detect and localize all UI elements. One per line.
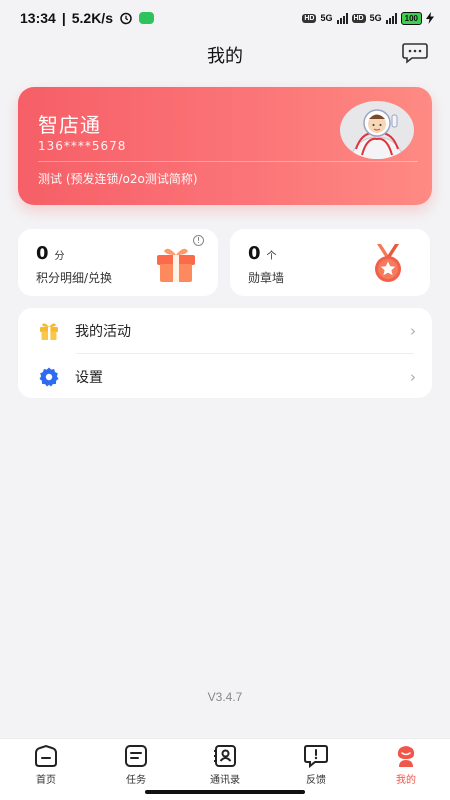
status-left: 13:34 | 5.2K/s <box>20 10 154 26</box>
store-description: 测试 (预发连锁/o2o测试简称) <box>38 172 198 186</box>
tab-feedback[interactable]: 反馈 <box>276 743 356 789</box>
hd-badge-1: HD <box>302 13 317 23</box>
home-indicator <box>145 790 305 794</box>
network-type-2: 5G <box>369 13 382 23</box>
page-title: 我的 <box>207 46 243 67</box>
chevron-right-icon: › <box>410 321 416 340</box>
medals-card[interactable]: 0个 勋章墙 <box>230 229 430 296</box>
points-label: 积分明细/兑换 <box>36 271 113 285</box>
status-separator: | <box>61 10 66 26</box>
battery-level: 100 <box>400 11 422 25</box>
tab-contacts[interactable]: 通讯录 <box>185 743 265 789</box>
network-type-1: 5G <box>320 13 333 23</box>
menu-card: 我的活动 › 设置 › <box>18 308 432 398</box>
menu-item-label-settings: 设置 <box>75 369 103 386</box>
status-right: HD 5G HD 5G 100 <box>302 11 434 25</box>
feedback-icon <box>304 745 328 769</box>
tab-label-tasks: 任务 <box>126 775 146 786</box>
page-header: 我的 <box>0 36 450 74</box>
info-icon[interactable]: ! <box>193 235 204 246</box>
medal-icon <box>375 244 401 282</box>
tab-home[interactable]: 首页 <box>6 743 86 789</box>
store-name: 智店通 <box>38 113 101 137</box>
signal-icon <box>336 12 348 24</box>
profile-divider <box>38 161 418 162</box>
astronaut-avatar-icon <box>350 109 404 159</box>
gear-icon <box>39 367 59 386</box>
points-value-wrap: 0分 <box>36 243 65 264</box>
tab-profile[interactable]: 我的 <box>366 743 446 789</box>
signal-icon-2 <box>385 12 397 24</box>
phone-number: 136****5678 <box>38 139 127 153</box>
medals-value-wrap: 0个 <box>248 243 277 264</box>
clock-time: 13:34 <box>20 10 56 26</box>
points-unit: 分 <box>54 251 65 262</box>
chevron-right-icon: › <box>410 367 416 386</box>
profile-card[interactable]: 智店通 136****5678 测试 (预发连锁/o2o测试简称) <box>18 87 432 205</box>
home-icon <box>35 744 57 767</box>
tab-label-contacts: 通讯录 <box>210 775 240 786</box>
profile-icon <box>397 746 415 767</box>
gift-box-icon <box>157 248 195 282</box>
medals-value: 0 <box>248 243 261 264</box>
message-icon[interactable] <box>402 42 428 64</box>
menu-item-label-activities: 我的活动 <box>75 323 131 340</box>
task-icon <box>125 745 147 767</box>
avatar[interactable] <box>340 101 414 159</box>
medals-label: 勋章墙 <box>248 271 285 285</box>
menu-item-my-activities[interactable]: 我的活动 › <box>18 308 432 353</box>
points-value: 0 <box>36 243 49 264</box>
charging-icon <box>426 12 434 24</box>
points-card[interactable]: 0分 积分明细/兑换 ! <box>18 229 218 296</box>
wechat-icon <box>138 12 154 24</box>
status-bar: 13:34 | 5.2K/s HD 5G HD 5G 100 <box>0 0 450 36</box>
tab-label-feedback: 反馈 <box>306 775 326 786</box>
contacts-icon <box>214 745 236 767</box>
medals-unit: 个 <box>266 251 277 262</box>
menu-item-settings[interactable]: 设置 › <box>18 354 432 399</box>
alarm-icon <box>120 12 132 25</box>
gift-icon <box>40 322 58 340</box>
app-version: V3.4.7 <box>207 690 243 704</box>
tab-label-profile: 我的 <box>396 775 416 786</box>
hd-badge-2: HD <box>351 13 366 23</box>
tab-tasks[interactable]: 任务 <box>96 743 176 789</box>
tab-label-home: 首页 <box>36 775 56 786</box>
network-speed: 5.2K/s <box>71 10 113 26</box>
